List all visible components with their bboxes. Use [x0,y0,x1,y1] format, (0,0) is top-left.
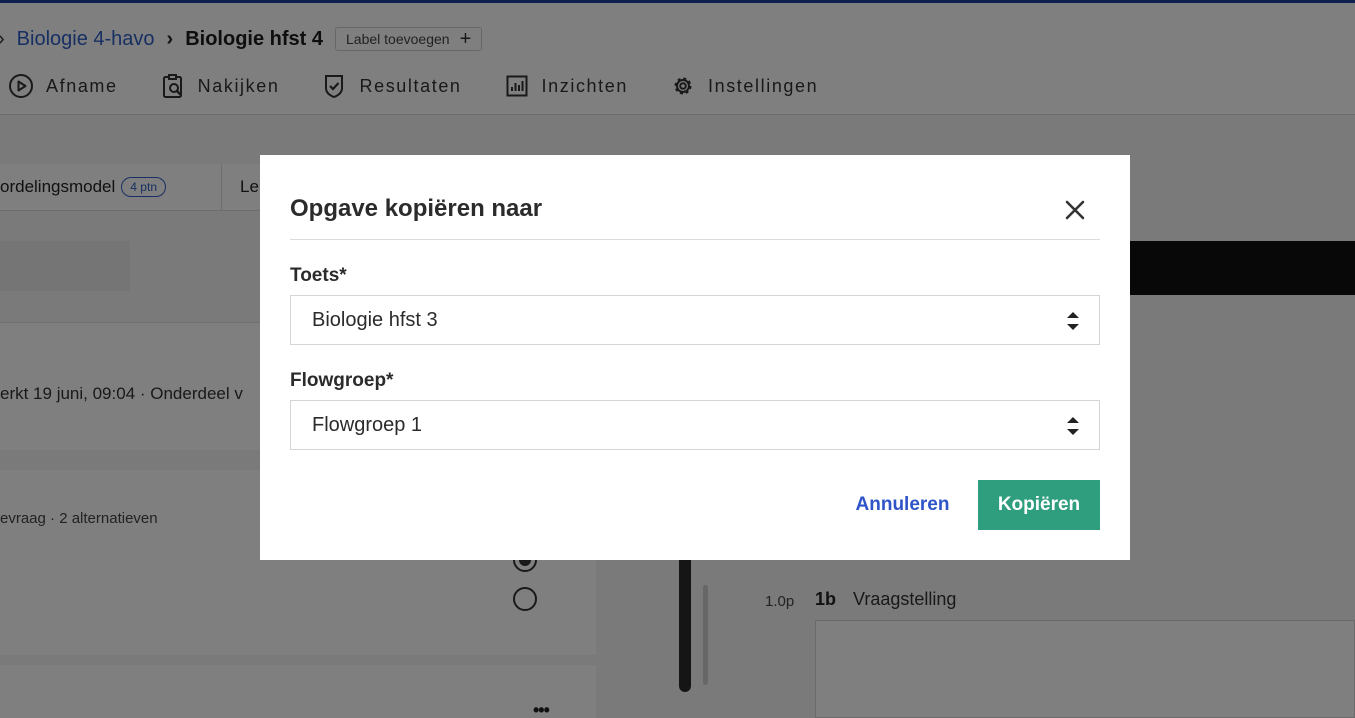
cancel-button[interactable]: Annuleren [850,480,955,530]
dialog-title: Opgave kopiëren naar [290,195,543,222]
flowgroep-select-value: Flowgroep 1 [312,413,423,436]
flowgroep-select[interactable]: Flowgroep 1 [290,400,1100,450]
select-arrows-icon [1067,312,1079,330]
dialog-divider [290,239,1100,240]
copy-button[interactable]: Kopiëren [978,480,1100,530]
flowgroep-label: Flowgroep* [290,370,394,391]
toets-label: Toets* [290,265,347,286]
close-icon[interactable] [1060,195,1090,225]
copy-question-dialog: Opgave kopiëren naar Toets* Biologie hfs… [260,155,1130,560]
toets-select-value: Biologie hfst 3 [312,308,438,331]
toets-select[interactable]: Biologie hfst 3 [290,295,1100,345]
select-arrows-icon [1067,417,1079,435]
